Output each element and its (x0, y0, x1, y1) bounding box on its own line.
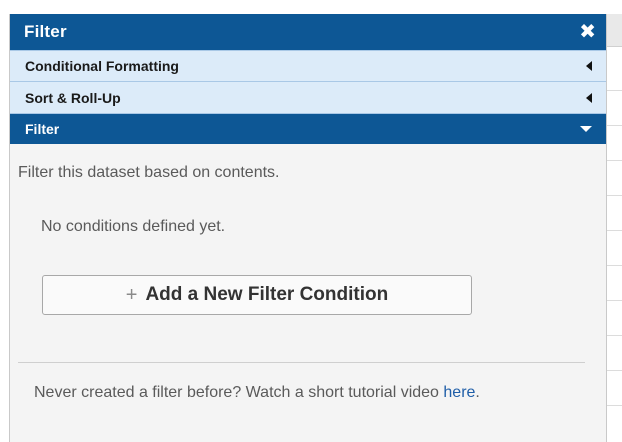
table-header-cell (606, 14, 622, 47)
table-row-line (606, 90, 622, 91)
table-row-line (606, 265, 622, 266)
tutorial-suffix: . (475, 384, 480, 401)
table-row-line (606, 125, 622, 126)
plus-icon: + (125, 283, 138, 306)
tutorial-note: Never created a filter before? Watch a s… (34, 384, 574, 401)
section-conditional-formatting[interactable]: Conditional Formatting (10, 50, 606, 82)
divider (18, 362, 585, 363)
section-label: Filter (25, 121, 60, 137)
tutorial-link[interactable]: here (443, 384, 475, 401)
table-row-line (606, 335, 622, 336)
table-row-line (606, 300, 622, 301)
close-icon[interactable]: ✖ (579, 22, 596, 42)
panel-header: Filter ✖ (10, 14, 606, 50)
empty-state-text: No conditions defined yet. (41, 218, 226, 235)
section-filter[interactable]: Filter (10, 114, 606, 144)
section-label: Sort & Roll-Up (25, 89, 121, 106)
table-row-line (606, 405, 622, 406)
tutorial-text: Never created a filter before? Watch a s… (34, 384, 444, 401)
section-sort-rollup[interactable]: Sort & Roll-Up (10, 82, 606, 114)
add-filter-condition-button[interactable]: + Add a New Filter Condition (42, 275, 472, 315)
table-row-line (606, 230, 622, 231)
table-row-line (606, 160, 622, 161)
top-strip (0, 0, 622, 14)
filter-description: Filter this dataset based on contents. (18, 164, 280, 181)
add-button-label: Add a New Filter Condition (145, 284, 389, 305)
panel-title: Filter (24, 22, 67, 41)
triangle-left-icon (586, 92, 592, 103)
caret-down-icon (580, 126, 592, 132)
table-row-line (606, 370, 622, 371)
section-label: Conditional Formatting (25, 58, 179, 74)
table-row-line (606, 195, 622, 196)
triangle-left-icon (586, 61, 592, 71)
